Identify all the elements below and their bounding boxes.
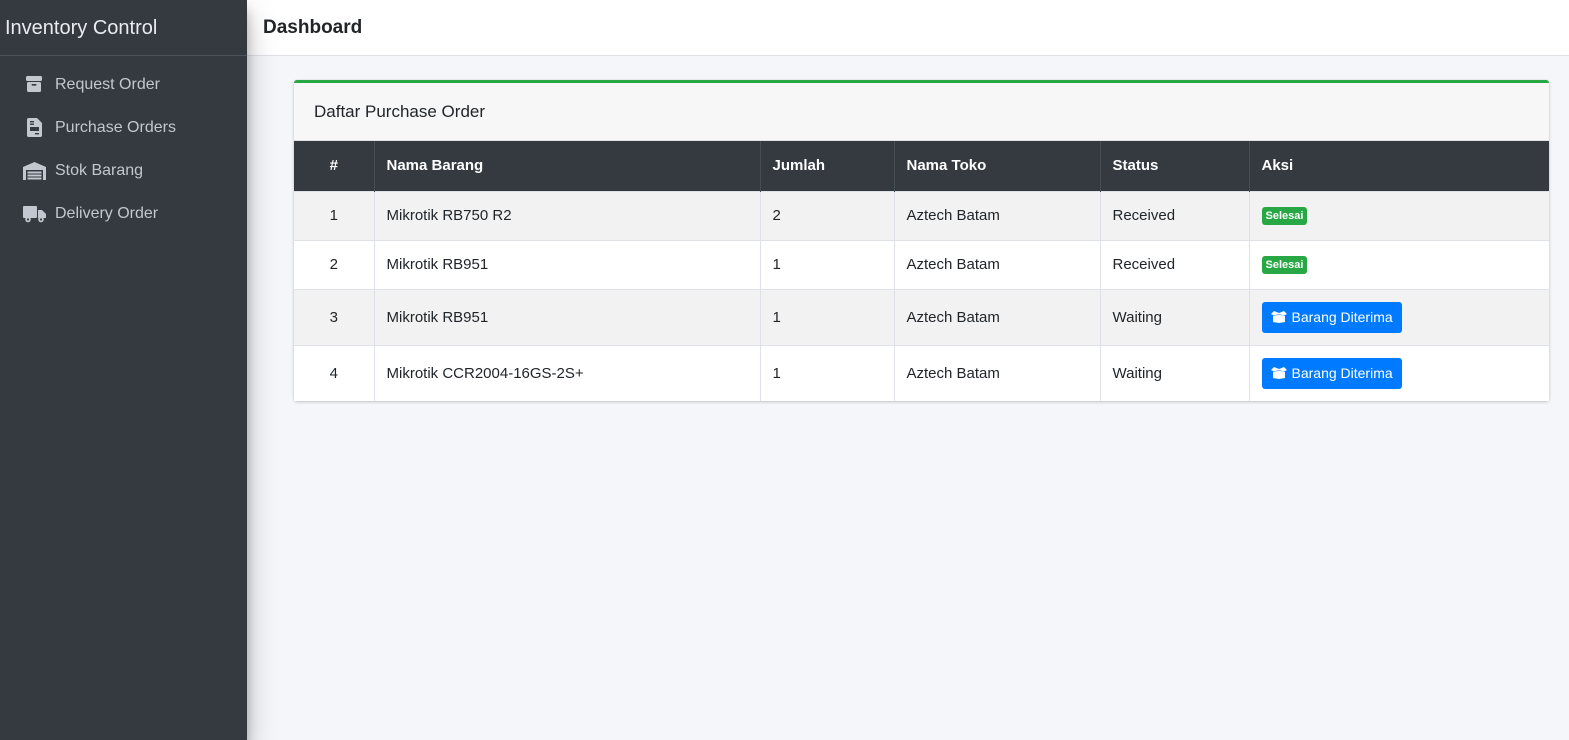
table-row: 4 Mikrotik CCR2004-16GS-2S+ 1 Aztech Bat… — [294, 344, 1549, 401]
column-header-nama-toko: Nama Toko — [894, 141, 1101, 191]
box-open-icon — [1270, 367, 1287, 380]
cell-number: 3 — [294, 288, 375, 345]
cell-aksi: Barang Diterima — [1249, 288, 1549, 345]
column-header-nama-barang: Nama Barang — [374, 141, 761, 191]
cell-nama-toko: Aztech Batam — [894, 190, 1101, 240]
cell-nama-toko: Aztech Batam — [894, 344, 1101, 401]
file-invoice-icon — [22, 118, 46, 138]
table-row: 2 Mikrotik RB951 1 Aztech Batam Received… — [294, 239, 1549, 289]
button-label: Barang Diterima — [1291, 309, 1393, 325]
box-open-icon — [1270, 311, 1287, 323]
sidebar-item-delivery-order[interactable]: Delivery Order — [0, 192, 247, 235]
cell-jumlah: 1 — [760, 344, 895, 401]
sidebar-item-label: Purchase Orders — [55, 118, 176, 136]
cell-status: Waiting — [1100, 288, 1250, 345]
table-header-row: # Nama Barang Jumlah Nama Toko Status Ak… — [294, 141, 1549, 191]
page-title: Dashboard — [263, 17, 363, 38]
sidebar-item-label: Request Order — [55, 75, 160, 93]
cell-aksi: Selesai — [1249, 239, 1549, 289]
sidebar-nav: Request Order Purchase Orders Stok Baran… — [0, 56, 247, 235]
cell-jumlah: 1 — [760, 239, 895, 289]
cell-nama-barang: Mikrotik CCR2004-16GS-2S+ — [374, 344, 761, 401]
selesai-badge: Selesai — [1261, 207, 1308, 225]
sidebar-item-label: Delivery Order — [55, 204, 159, 222]
table-row: 3 Mikrotik RB951 1 Aztech Batam Waiting … — [294, 288, 1549, 345]
column-header-number: # — [294, 141, 375, 191]
purchase-order-card: Daftar Purchase Order # Nama Barang Juml… — [294, 80, 1549, 401]
card-header: Daftar Purchase Order — [294, 83, 1549, 141]
top-navbar: Dashboard — [247, 0, 1569, 56]
card-title: Daftar Purchase Order — [314, 101, 486, 121]
cell-number: 1 — [294, 190, 375, 240]
cell-nama-barang: Mikrotik RB750 R2 — [374, 190, 761, 240]
cell-number: 4 — [294, 344, 375, 401]
cell-jumlah: 1 — [760, 288, 895, 345]
cell-nama-barang: Mikrotik RB951 — [374, 239, 761, 289]
sidebar: Inventory Control Request Order Purchase… — [0, 0, 247, 740]
table-row: 1 Mikrotik RB750 R2 2 Aztech Batam Recei… — [294, 190, 1549, 240]
column-header-status: Status — [1100, 141, 1250, 191]
barang-diterima-button[interactable]: Barang Diterima — [1261, 357, 1402, 389]
cell-number: 2 — [294, 239, 375, 289]
cell-nama-toko: Aztech Batam — [894, 288, 1101, 345]
purchase-order-table: # Nama Barang Jumlah Nama Toko Status Ak… — [294, 141, 1549, 401]
warehouse-icon — [22, 161, 46, 181]
sidebar-item-label: Stok Barang — [55, 161, 144, 179]
sidebar-item-stok-barang[interactable]: Stok Barang — [0, 149, 247, 192]
cell-status: Received — [1100, 190, 1250, 240]
sidebar-item-request-order[interactable]: Request Order — [0, 63, 247, 106]
column-header-jumlah: Jumlah — [760, 141, 895, 191]
brand-title[interactable]: Inventory Control — [0, 0, 247, 56]
selesai-badge: Selesai — [1261, 256, 1308, 274]
sidebar-item-purchase-orders[interactable]: Purchase Orders — [0, 106, 247, 149]
cell-nama-barang: Mikrotik RB951 — [374, 288, 761, 345]
cell-jumlah: 2 — [760, 190, 895, 240]
cell-status: Received — [1100, 239, 1250, 289]
cell-aksi: Barang Diterima — [1249, 344, 1549, 401]
button-label: Barang Diterima — [1291, 365, 1393, 382]
column-header-aksi: Aksi — [1249, 141, 1549, 191]
cell-aksi: Selesai — [1249, 190, 1549, 240]
truck-icon — [22, 204, 46, 224]
cell-nama-toko: Aztech Batam — [894, 239, 1101, 289]
box-icon — [22, 75, 46, 95]
cell-status: Waiting — [1100, 344, 1250, 401]
barang-diterima-button[interactable]: Barang Diterima — [1261, 301, 1402, 333]
